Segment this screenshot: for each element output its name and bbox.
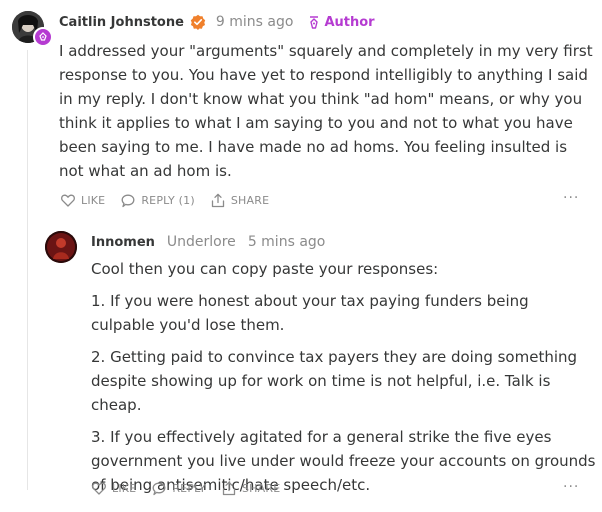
share-icon <box>222 481 236 496</box>
comment-paragraph: 1. If you were honest about your tax pay… <box>91 292 529 334</box>
share-label: SHARE <box>230 194 270 207</box>
like-label: LIKE <box>112 482 137 495</box>
author-tag-label: Author <box>324 14 375 30</box>
like-button[interactable]: LIKE <box>92 482 136 495</box>
reply-button[interactable]: REPLY (1) <box>121 194 195 208</box>
comment-body: I addressed your "arguments" squarely an… <box>59 42 593 180</box>
commenter-name[interactable]: Innomen <box>91 235 155 250</box>
share-icon <box>211 193 224 208</box>
like-label: LIKE <box>81 194 106 207</box>
heart-icon <box>61 194 75 207</box>
comment-paragraph: Cool then you can copy paste your respon… <box>91 260 439 278</box>
author-tag: Author <box>308 14 375 30</box>
comment-timestamp[interactable]: 9 mins ago <box>216 14 294 30</box>
share-button[interactable]: SHARE <box>222 481 280 496</box>
more-options-icon[interactable]: ··· <box>563 479 579 495</box>
comment-actions: LIKE REPLY (1) SHARE <box>61 193 285 208</box>
verified-check-icon <box>190 14 206 30</box>
reply-label: REPLY <box>172 482 206 495</box>
speech-bubble-icon <box>152 482 166 495</box>
author-badge-icon <box>33 27 53 47</box>
share-label: SHARE <box>241 482 281 495</box>
commenter-name[interactable]: Caitlin Johnstone <box>59 15 184 30</box>
commenter-publication[interactable]: Underlore <box>167 234 236 250</box>
avatar-innomen[interactable] <box>45 231 77 263</box>
reply-label: REPLY (1) <box>141 194 195 207</box>
pen-nib-icon <box>310 15 319 29</box>
heart-icon <box>92 482 106 495</box>
like-button[interactable]: LIKE <box>61 194 105 207</box>
comment-timestamp[interactable]: 5 mins ago <box>248 234 326 250</box>
more-options-icon[interactable]: ··· <box>563 190 579 206</box>
comment-meta: Innomen Underlore 5 mins ago <box>91 232 325 252</box>
thread-line <box>27 50 28 490</box>
comment-paragraph: 2. Getting paid to convince tax payers t… <box>91 348 578 414</box>
share-button[interactable]: SHARE <box>211 193 269 208</box>
speech-bubble-icon <box>121 194 135 207</box>
comment-meta: Caitlin Johnstone 9 mins ago Author <box>59 12 375 32</box>
reply-button[interactable]: REPLY <box>152 482 206 496</box>
comment-actions: LIKE REPLY SHARE <box>92 481 296 496</box>
comment-body: Cool then you can copy paste your respon… <box>91 257 596 497</box>
